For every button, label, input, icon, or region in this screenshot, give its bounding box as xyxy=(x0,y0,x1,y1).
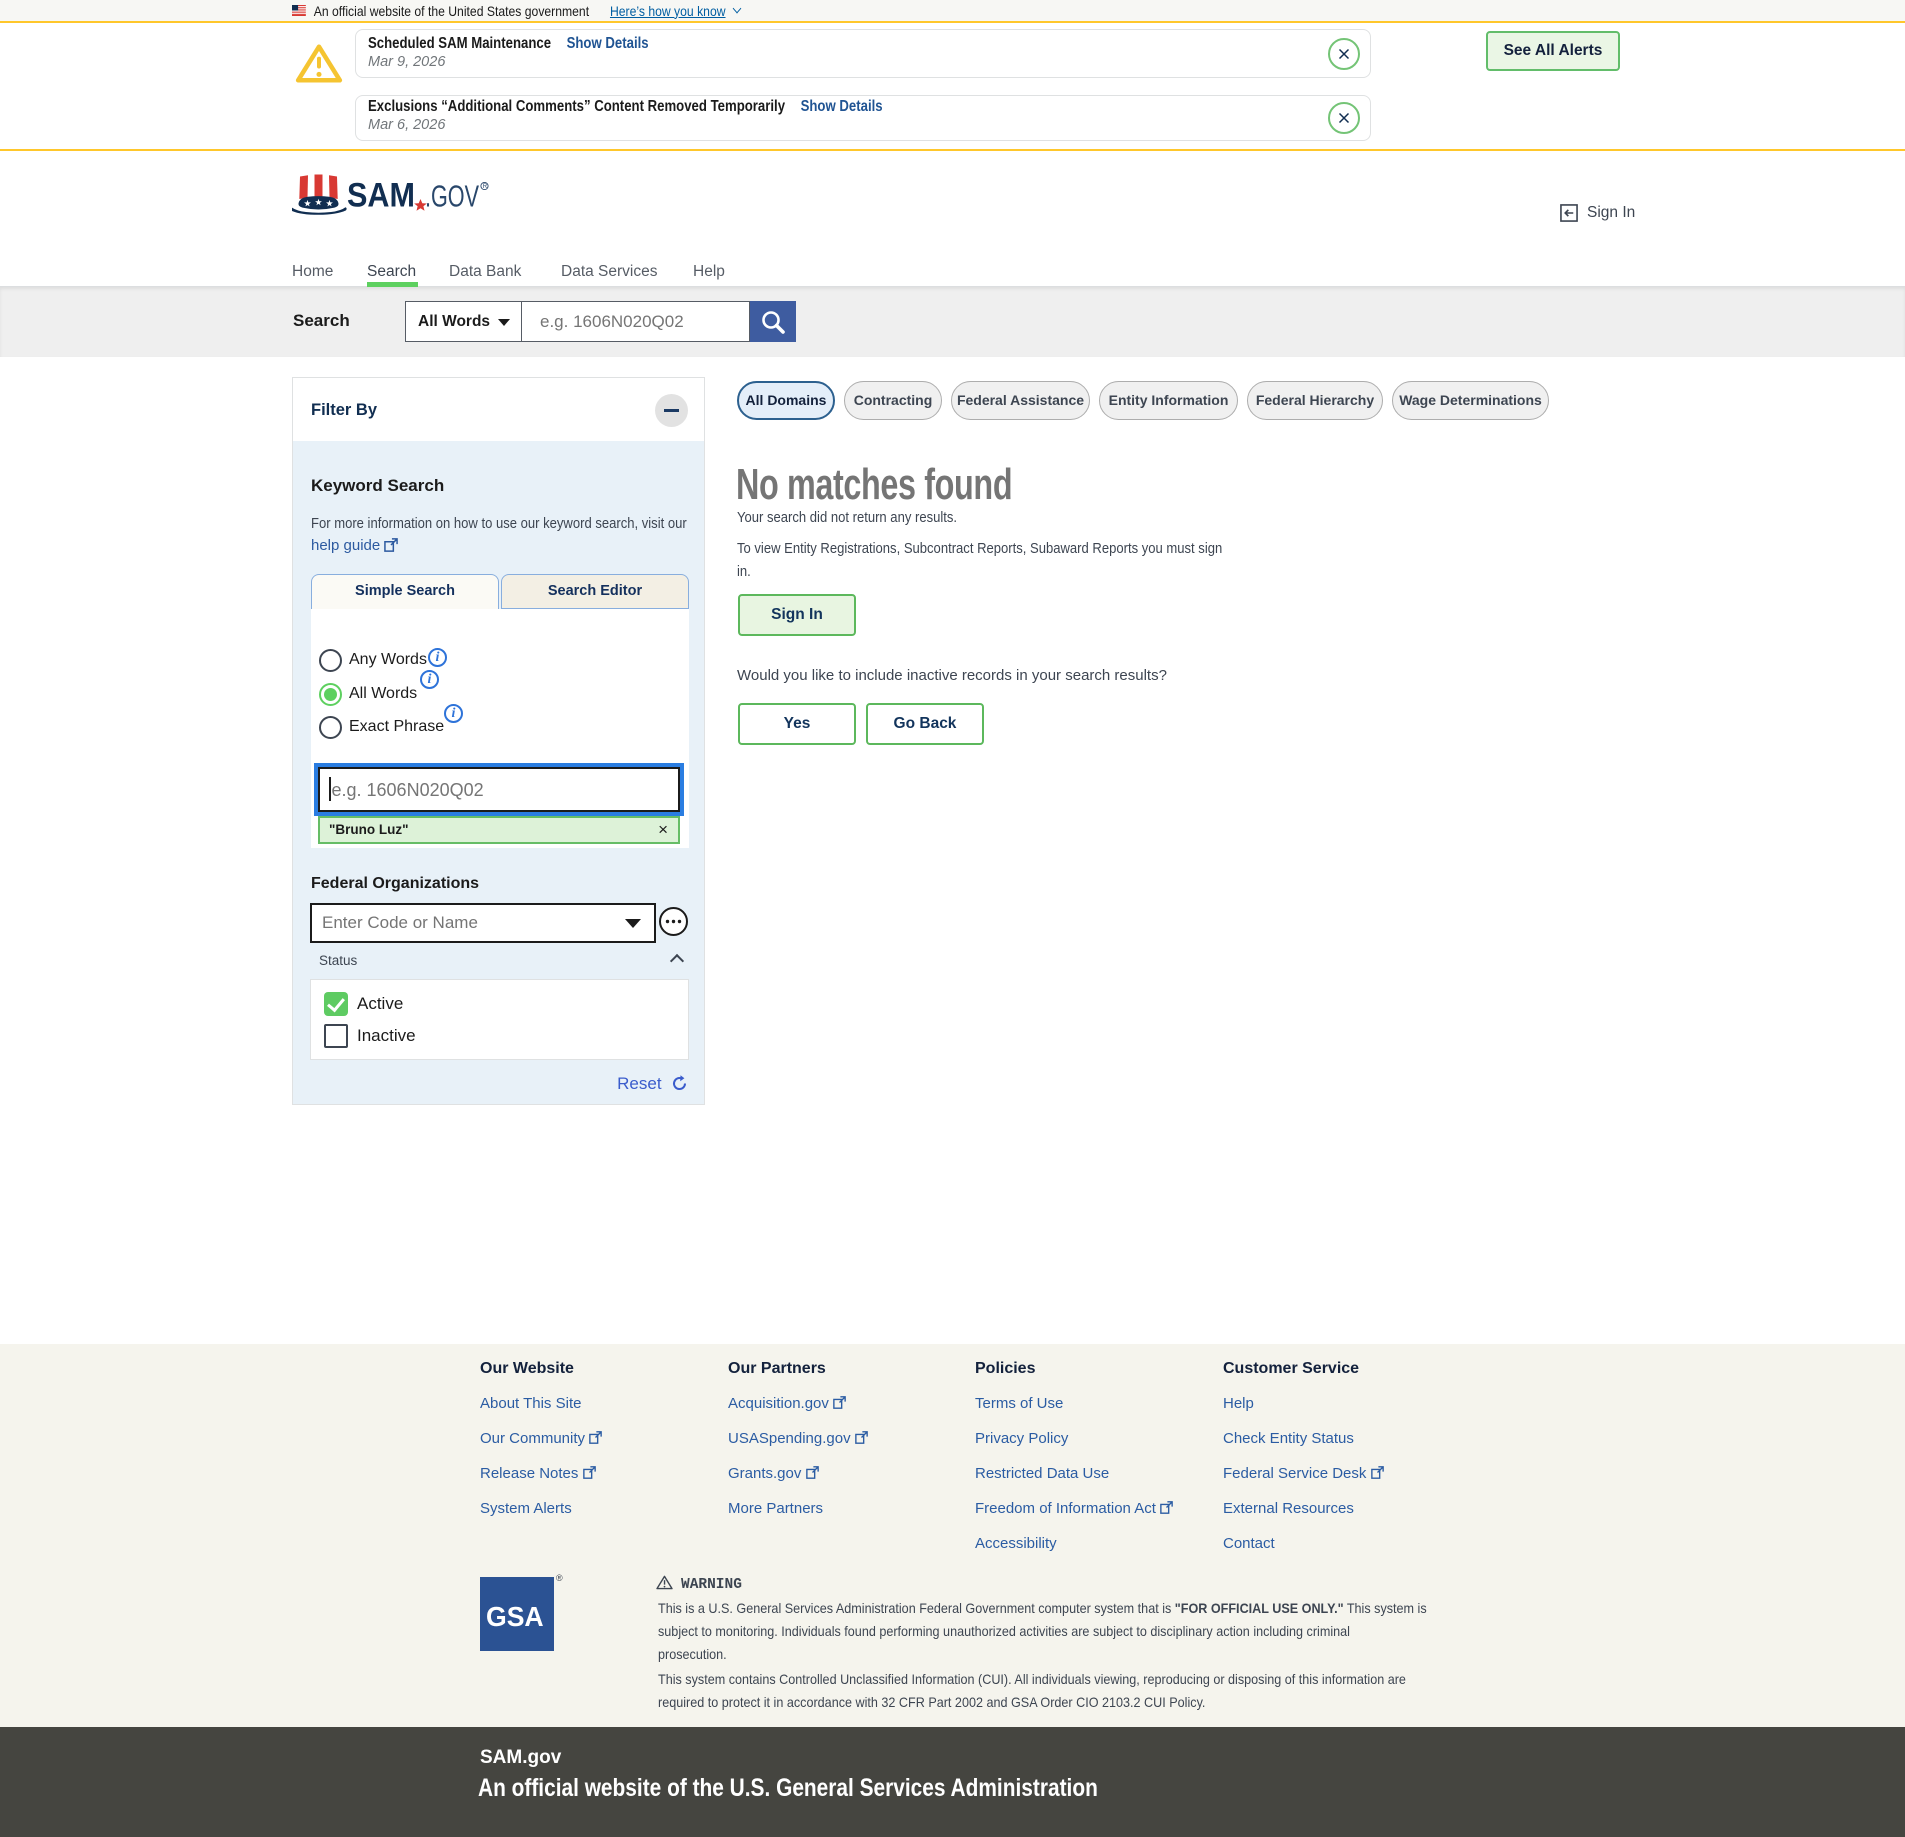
svg-text:SAM: SAM xyxy=(347,177,415,215)
svg-text:R: R xyxy=(483,184,488,190)
svg-text:.GOV: .GOV xyxy=(425,179,479,214)
